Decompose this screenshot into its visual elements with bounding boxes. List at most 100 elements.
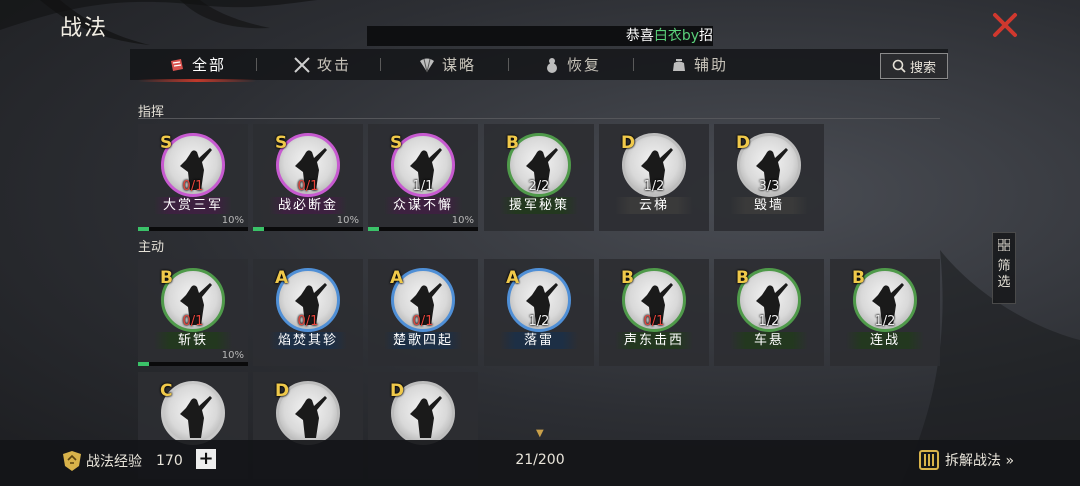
tactic-grade: C	[160, 381, 173, 401]
tactic-name: 声东击西	[615, 332, 693, 349]
tactic-grade: D	[736, 133, 751, 153]
tactic-owned-count: 0/1	[297, 314, 319, 329]
close-icon	[993, 13, 1017, 37]
page-title: 战法	[60, 16, 109, 41]
tactic-grade: D	[275, 381, 290, 401]
tactic-card[interactable]: B 0/1 斩铁 10%	[138, 259, 248, 366]
tactic-card[interactable]: B 1/2 连战	[830, 259, 940, 366]
tactic-owned-count: 0/1	[182, 179, 204, 194]
tab-support-label: 辅助	[694, 56, 729, 74]
tactic-progress-fill	[138, 362, 149, 366]
tactic-owned-count: 1/2	[528, 314, 550, 329]
dismantle-icon	[919, 450, 939, 470]
tactic-card[interactable]: D 1/2 云梯	[599, 124, 709, 231]
search-button[interactable]: 搜索	[880, 53, 948, 79]
tactic-name: 斩铁	[154, 332, 232, 349]
dismantle-label: 拆解战法 »	[945, 453, 1015, 469]
tactic-grade: S	[160, 133, 173, 153]
tactic-owned-count: 1/1	[412, 179, 434, 194]
tactic-name: 连战	[846, 332, 924, 349]
crossed-swords-icon	[294, 56, 310, 73]
tactic-progress-percent: 10%	[221, 215, 244, 226]
marquee-highlight: 白衣by	[653, 28, 699, 44]
tactic-card[interactable]: A 0/1 楚歌四起	[368, 259, 478, 366]
section-title-active: 主动	[138, 240, 165, 255]
tactic-name: 战必断金	[269, 197, 347, 214]
tactic-owned-count: 1/2	[643, 179, 665, 194]
tactic-grade: A	[390, 268, 404, 288]
tactic-progress-bar	[138, 362, 248, 366]
tactic-name: 大赏三军	[154, 197, 232, 214]
scroll-down-indicator-icon: ▼	[536, 428, 544, 439]
footer-bar: 战法经验 170 + 21/200 拆解战法 »	[0, 440, 1080, 486]
marquee-suffix: 招	[699, 28, 713, 44]
tactic-grade: B	[160, 268, 173, 288]
tactic-grade: B	[506, 133, 519, 153]
tactic-progress-bar	[138, 227, 248, 231]
tab-all[interactable]: 全部	[137, 49, 257, 82]
grid-icon	[997, 238, 1011, 252]
tactic-progress-percent: 10%	[451, 215, 474, 226]
tactic-name: 焰焚其轸	[269, 332, 347, 349]
tactic-name: 楚歌四起	[384, 332, 462, 349]
fan-icon	[420, 58, 434, 72]
tactic-progress-bar	[253, 227, 363, 231]
tactic-progress-percent: 10%	[221, 350, 244, 361]
tab-attack-label: 攻击	[317, 56, 352, 74]
tab-support[interactable]: 辅助	[670, 49, 728, 80]
tactic-owned-count: 3/3	[758, 179, 780, 194]
tactic-owned-count: 1/2	[874, 314, 896, 329]
search-label: 搜索	[909, 60, 936, 76]
tactic-grade: S	[390, 133, 403, 153]
warrior-silhouette-icon	[295, 396, 327, 438]
tactic-progress-fill	[253, 227, 264, 231]
tactic-card[interactable]: A 0/1 焰焚其轸	[253, 259, 363, 366]
close-button[interactable]	[990, 10, 1020, 40]
filter-button[interactable]: 筛选	[992, 232, 1016, 304]
pouch-icon	[673, 58, 685, 71]
tactic-progress-percent: 10%	[336, 215, 359, 226]
filter-label: 筛选	[997, 259, 1011, 290]
tactic-card[interactable]: A 1/2 落雷	[484, 259, 594, 366]
tactic-name: 落雷	[500, 332, 578, 349]
tactic-owned-count: 0/1	[643, 314, 665, 329]
tactic-name: 援军秘策	[500, 197, 578, 214]
tactic-grade: B	[736, 268, 749, 288]
dismantle-tactics-button[interactable]: 拆解战法 »	[918, 448, 1014, 472]
tactic-owned-count: 1/2	[758, 314, 780, 329]
tactic-grade: D	[621, 133, 636, 153]
tactic-progress-fill	[138, 227, 149, 231]
scroll-icon	[171, 58, 183, 71]
tactic-progress-bar	[368, 227, 478, 231]
gourd-icon	[547, 57, 557, 73]
tactic-grade: A	[275, 268, 289, 288]
tactic-owned-count: 2/2	[528, 179, 550, 194]
marquee-prefix: 恭喜	[625, 28, 654, 44]
tab-all-label: 全部	[192, 56, 227, 74]
tactic-card[interactable]: B 2/2 援军秘策	[484, 124, 594, 231]
tactic-card[interactable]: S 0/1 大赏三军 10%	[138, 124, 248, 231]
tab-strategy[interactable]: 谋略	[418, 49, 476, 80]
tactic-card[interactable]: B 0/1 声东击西	[599, 259, 709, 366]
category-tab-bar: 全部 攻击 谋略 恢复 辅助	[130, 49, 948, 82]
tactic-name: 云梯	[615, 197, 693, 214]
tactic-owned-count: 0/1	[182, 314, 204, 329]
tactic-owned-count: 0/1	[297, 179, 319, 194]
section-divider	[138, 118, 940, 119]
warrior-silhouette-icon	[410, 396, 442, 438]
tactic-card[interactable]: B 1/2 车悬	[714, 259, 824, 366]
tactic-card[interactable]: S 1/1 众谋不懈 10%	[368, 124, 478, 231]
warrior-silhouette-icon	[180, 396, 212, 438]
tab-recovery[interactable]: 恢复	[543, 49, 601, 80]
tab-attack[interactable]: 攻击	[293, 49, 351, 80]
tactic-name: 车悬	[730, 332, 808, 349]
tactic-card[interactable]: S 0/1 战必断金 10%	[253, 124, 363, 231]
tactic-grade: D	[390, 381, 405, 401]
tactic-name: 众谋不懈	[384, 197, 462, 214]
search-icon	[892, 59, 906, 73]
announcement-marquee: 恭喜白衣by招	[367, 26, 713, 46]
tab-strategy-label: 谋略	[442, 56, 477, 74]
tactic-name: 毁墙	[730, 197, 808, 214]
tactic-card[interactable]: D 3/3 毁墙	[714, 124, 824, 231]
tactic-progress-fill	[368, 227, 379, 231]
